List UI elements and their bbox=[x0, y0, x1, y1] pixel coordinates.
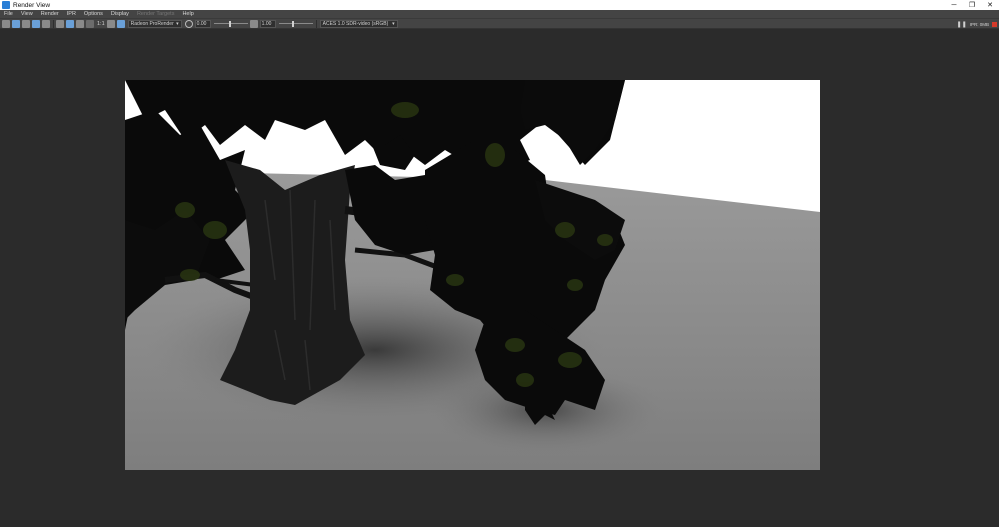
real-size-icon[interactable] bbox=[86, 19, 94, 28]
gamma-slider-handle[interactable] bbox=[291, 20, 294, 27]
menu-display[interactable]: Display bbox=[107, 10, 133, 18]
snapshot-icon[interactable] bbox=[32, 19, 40, 28]
gamma-field[interactable]: 1.00 bbox=[259, 19, 276, 28]
close-button[interactable]: ✕ bbox=[981, 0, 999, 10]
ipr-render-icon[interactable] bbox=[22, 19, 30, 28]
keep-image-icon[interactable] bbox=[56, 19, 64, 28]
menu-ipr[interactable]: IPR bbox=[63, 10, 80, 18]
menu-render-targets[interactable]: Render Targets bbox=[133, 10, 179, 18]
ratio-button[interactable]: 1:1 bbox=[97, 21, 105, 27]
remove-image-icon[interactable] bbox=[66, 19, 74, 28]
renderer-value: Radeon ProRender bbox=[130, 20, 174, 27]
menu-options[interactable]: Options bbox=[80, 10, 107, 18]
gamma-slider[interactable] bbox=[278, 20, 313, 28]
tree-render bbox=[125, 80, 820, 470]
title-bar: Render View ─ ❐ ✕ bbox=[0, 0, 999, 10]
stop-icon[interactable] bbox=[992, 22, 997, 27]
chevron-down-icon: ▾ bbox=[392, 20, 395, 27]
rgb-channels-icon[interactable] bbox=[106, 19, 115, 28]
region-icon[interactable] bbox=[42, 19, 50, 28]
toolbar-divider-2 bbox=[315, 19, 317, 28]
menu-view[interactable]: View bbox=[17, 10, 37, 18]
rendered-image bbox=[125, 80, 820, 470]
gamma-slider-track bbox=[278, 22, 313, 24]
menu-bar: File View Render IPR Options Display Ren… bbox=[0, 10, 999, 18]
alpha-icon[interactable] bbox=[116, 19, 125, 28]
minimize-button[interactable]: ─ bbox=[945, 0, 963, 10]
color-space-dropdown[interactable]: ACES 1.0 SDR-video (sRGB) ▾ bbox=[319, 19, 398, 28]
gear-icon[interactable] bbox=[184, 19, 193, 28]
fit-icon[interactable] bbox=[76, 19, 84, 28]
menu-file[interactable]: File bbox=[0, 10, 17, 18]
window-title: Render View bbox=[13, 1, 51, 9]
exposure-icon[interactable] bbox=[249, 19, 258, 28]
render-icon[interactable] bbox=[12, 19, 20, 28]
toolbar: 1:1 Radeon ProRender ▾ 0.00 1.00 ACES 1.… bbox=[0, 18, 999, 29]
exposure-slider-track bbox=[213, 22, 248, 24]
window-controls: ─ ❐ ✕ bbox=[945, 0, 999, 10]
chevron-down-icon: ▾ bbox=[176, 20, 179, 27]
color-space-value: ACES 1.0 SDR-video (sRGB) bbox=[322, 20, 389, 27]
open-icon[interactable] bbox=[2, 19, 10, 28]
exposure-slider-handle[interactable] bbox=[228, 20, 231, 27]
render-viewport[interactable] bbox=[0, 29, 999, 527]
renderer-dropdown[interactable]: Radeon ProRender ▾ bbox=[127, 19, 182, 28]
pause-icon[interactable]: ❚❚ bbox=[957, 21, 967, 28]
maximize-button[interactable]: ❐ bbox=[963, 0, 981, 10]
ipr-memory-label: IPR: 0MB bbox=[969, 22, 989, 27]
menu-render[interactable]: Render bbox=[37, 10, 63, 18]
toolbar-divider bbox=[53, 19, 54, 28]
menu-help[interactable]: Help bbox=[178, 10, 197, 18]
exposure-field[interactable]: 0.00 bbox=[194, 19, 211, 28]
app-icon bbox=[2, 1, 10, 9]
exposure-slider[interactable] bbox=[213, 20, 248, 28]
